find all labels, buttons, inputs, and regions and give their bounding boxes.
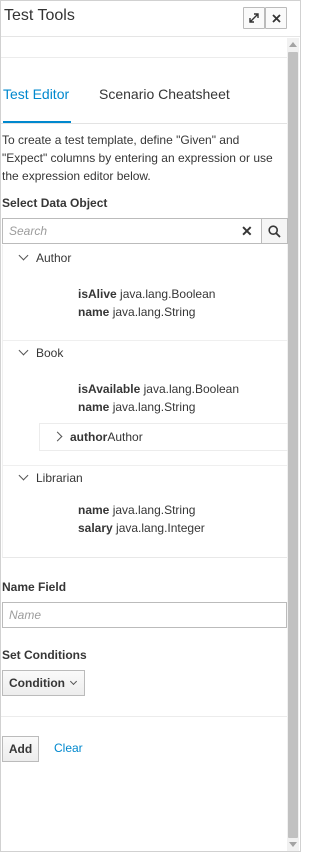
tree-field[interactable]: isAlive java.lang.Boolean xyxy=(78,285,215,303)
tab-bar: Test Editor Scenario Cheatsheet xyxy=(1,84,287,124)
search-icon xyxy=(268,224,281,238)
divider xyxy=(1,57,287,58)
expand-icon xyxy=(249,13,259,23)
chevron-down-icon xyxy=(18,470,29,481)
panel-header: Test Tools xyxy=(1,1,300,37)
tree-field[interactable]: name java.lang.String xyxy=(78,398,195,416)
search-button[interactable] xyxy=(261,218,288,244)
search-box: ✕ xyxy=(2,218,288,244)
name-field-input[interactable] xyxy=(2,602,287,628)
data-object-tree: Author isAlive java.lang.Boolean name ja… xyxy=(2,245,288,558)
tree-field[interactable]: salary java.lang.Integer xyxy=(78,519,205,537)
chevron-down-icon xyxy=(69,677,78,685)
tree-field[interactable]: name java.lang.String xyxy=(78,303,195,321)
group-name: Author xyxy=(36,251,72,265)
name-field-label: Name Field xyxy=(2,580,67,594)
panel-content: Test Editor Scenario Cheatsheet To creat… xyxy=(1,38,288,851)
panel-title: Test Tools xyxy=(4,7,75,24)
add-button[interactable]: Add xyxy=(2,736,39,762)
tab-scenario-cheatsheet[interactable]: Scenario Cheatsheet xyxy=(99,84,230,123)
search-input[interactable] xyxy=(3,219,261,243)
group-name: Book xyxy=(36,346,64,360)
nested-field: authorAuthor xyxy=(52,428,143,446)
chevron-down-icon xyxy=(18,250,29,261)
tree-group-header[interactable]: Librarian xyxy=(18,469,83,487)
set-conditions-label: Set Conditions xyxy=(2,648,87,662)
clear-link[interactable]: Clear xyxy=(54,741,83,755)
tree-field[interactable]: isAvailable java.lang.Boolean xyxy=(78,380,239,398)
chevron-right-icon xyxy=(52,431,63,442)
tab-test-editor[interactable]: Test Editor xyxy=(3,84,71,123)
tree-group-header[interactable]: Author xyxy=(18,249,72,267)
expand-button[interactable] xyxy=(243,7,265,29)
tree-field[interactable]: name java.lang.String xyxy=(78,501,195,519)
scrollbar-thumb[interactable] xyxy=(288,52,298,838)
condition-dropdown[interactable]: Condition xyxy=(2,670,85,696)
clear-search-icon[interactable]: ✕ xyxy=(241,223,253,240)
chevron-down-icon xyxy=(18,345,29,356)
divider xyxy=(3,340,288,341)
tree-nested-author[interactable]: authorAuthor xyxy=(39,423,288,451)
group-name: Librarian xyxy=(36,471,83,485)
close-icon xyxy=(271,13,281,23)
close-button[interactable] xyxy=(265,7,287,29)
test-tools-panel: Test Tools Test Editor Scenario Cheatshe… xyxy=(0,0,301,852)
divider xyxy=(3,465,288,466)
tree-group-header[interactable]: Book xyxy=(18,344,64,362)
scrollbar[interactable] xyxy=(287,38,299,851)
scroll-up-arrow-icon[interactable] xyxy=(289,42,297,47)
select-data-object-label: Select Data Object xyxy=(2,196,108,210)
description-text: To create a test template, define "Given… xyxy=(2,133,273,183)
condition-selected: Condition xyxy=(9,676,65,690)
scroll-down-arrow-icon[interactable] xyxy=(289,842,297,847)
divider xyxy=(1,716,287,717)
